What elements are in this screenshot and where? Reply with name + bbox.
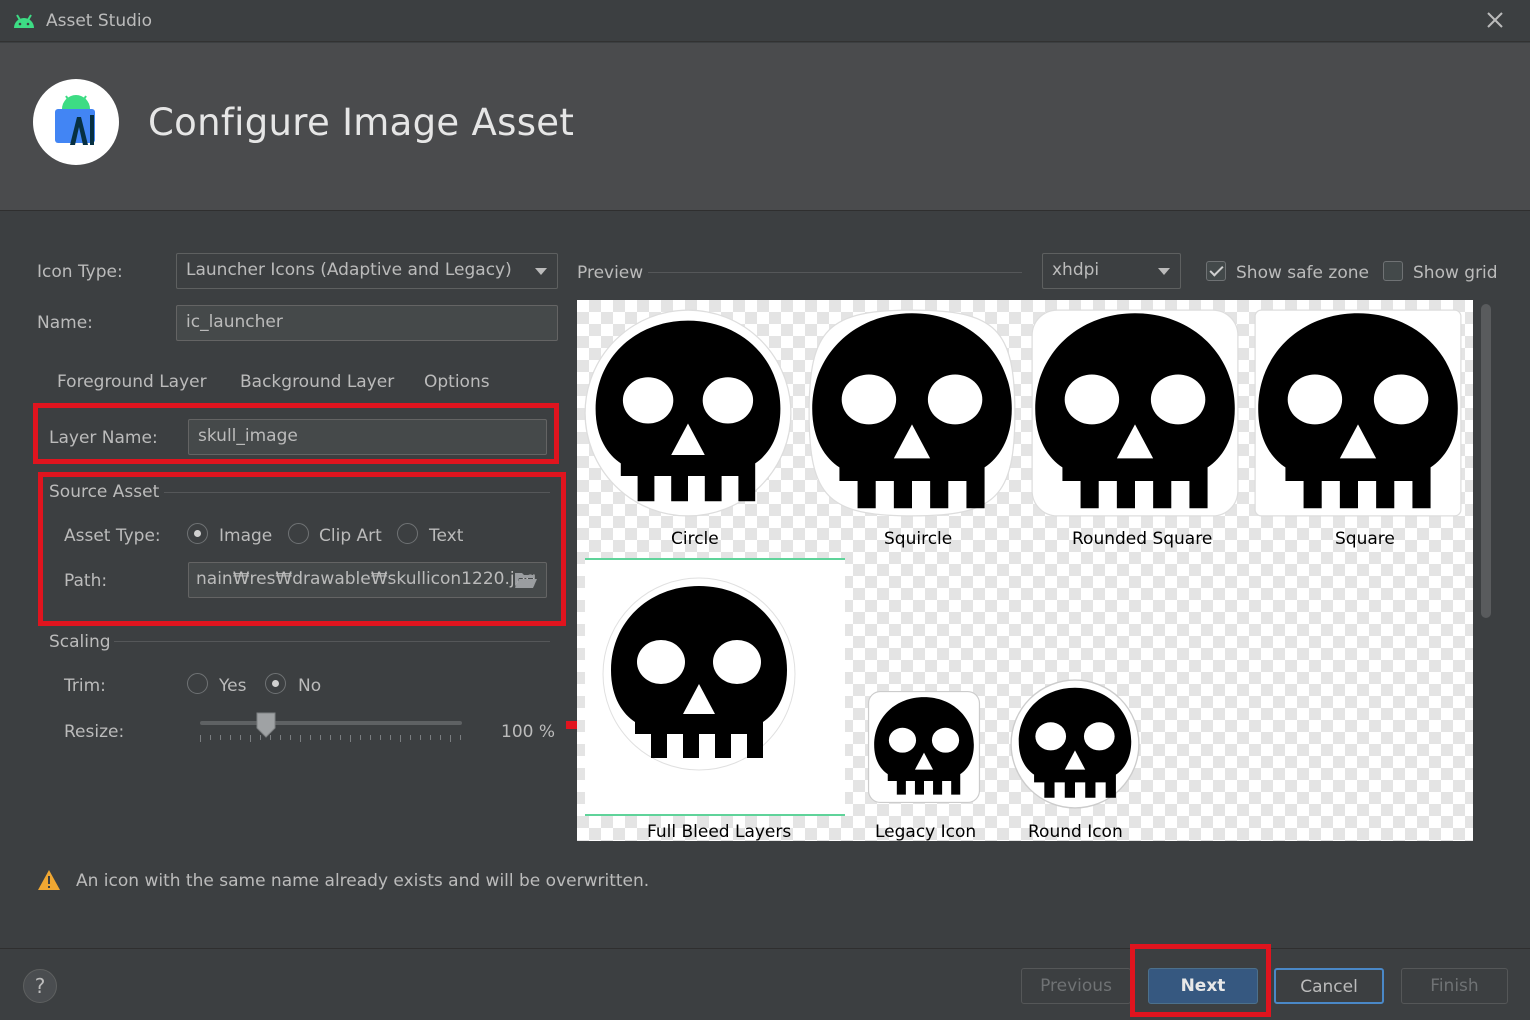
slider-tick: [440, 735, 441, 740]
icon-type-dropdown[interactable]: Launcher Icons (Adaptive and Legacy): [176, 253, 558, 289]
icon-label-circle: Circle: [671, 529, 719, 549]
chevron-down-icon: [535, 268, 547, 275]
slider-ticks: [200, 735, 462, 742]
slider-tick: [390, 735, 391, 740]
page-heading: Configure Image Asset: [148, 101, 575, 144]
icon-label-squircle: Squircle: [884, 529, 953, 549]
legacy-icon-preview: [867, 690, 981, 804]
preview-label: Preview: [577, 263, 644, 283]
wizard-header: Configure Image Asset: [0, 43, 1530, 211]
android-studio-icon: [55, 95, 95, 145]
footer-divider: [0, 948, 1530, 949]
preview-scrollbar[interactable]: [1478, 300, 1494, 841]
warning-text: An icon with the same name already exist…: [76, 871, 650, 891]
resize-value: 100 %: [501, 722, 556, 742]
slider-tick: [230, 735, 231, 740]
round-icon-preview: [1010, 679, 1140, 809]
highlight-next-button: [1130, 944, 1271, 1017]
preview-panel: Circle Squircle Rounded Square Square Fu…: [577, 300, 1473, 841]
icon-type-label: Icon Type:: [37, 262, 123, 282]
show-safe-zone-label[interactable]: Show safe zone: [1236, 263, 1369, 283]
icon-label-rounded-square: Rounded Square: [1072, 529, 1213, 549]
chevron-down-icon: [1158, 268, 1170, 275]
icon-label-square: Square: [1335, 529, 1395, 549]
warning-icon: [38, 870, 60, 890]
slider-thumb[interactable]: [255, 712, 277, 738]
slider-tick: [400, 735, 401, 742]
slider-tick: [200, 735, 201, 742]
circle-icon-preview: [584, 309, 792, 517]
show-grid-checkbox[interactable]: [1383, 261, 1403, 281]
slider-tick: [330, 735, 331, 740]
name-label: Name:: [37, 313, 93, 333]
name-field[interactable]: ic_launcher: [176, 305, 558, 341]
previous-button[interactable]: Previous: [1021, 968, 1131, 1004]
slider-tick: [250, 735, 251, 742]
trim-no-label[interactable]: No: [298, 676, 321, 696]
squircle-icon-preview: [808, 309, 1016, 517]
slider-tick: [350, 735, 351, 742]
close-icon[interactable]: [1484, 9, 1506, 31]
slider-tick: [220, 735, 221, 740]
slider-tick: [420, 735, 421, 740]
full-bleed-skull: [602, 577, 796, 771]
density-value: xhdpi: [1052, 260, 1100, 280]
slider-tick: [240, 735, 241, 740]
slider-tick: [410, 735, 411, 740]
highlight-layer-name: [33, 403, 559, 464]
slider-tick: [460, 735, 461, 740]
trim-yes-label[interactable]: Yes: [219, 676, 246, 696]
scaling-title: Scaling: [49, 632, 111, 652]
tab-options[interactable]: Options: [424, 372, 490, 392]
preview-divider: [648, 272, 1022, 273]
slider-tick: [340, 735, 341, 740]
help-button[interactable]: ?: [23, 969, 57, 1003]
android-icon: [14, 14, 34, 28]
scrollbar-thumb[interactable]: [1481, 304, 1491, 618]
resize-label: Resize:: [64, 722, 125, 742]
scaling-divider: [114, 641, 550, 642]
slider-tick: [380, 735, 381, 740]
slider-tick: [430, 735, 431, 740]
android-studio-logo: [33, 79, 119, 165]
slider-tick: [290, 735, 291, 740]
highlight-marker: [566, 721, 577, 729]
finish-button[interactable]: Finish: [1401, 968, 1508, 1004]
slider-tick: [300, 735, 301, 742]
slider-tick: [320, 735, 321, 740]
full-bleed-preview: [585, 558, 845, 816]
icon-type-value: Launcher Icons (Adaptive and Legacy): [186, 260, 512, 280]
slider-tick: [280, 735, 281, 740]
tab-foreground-layer[interactable]: Foreground Layer: [57, 372, 207, 392]
slider-tick: [310, 735, 311, 740]
trim-yes-radio[interactable]: [187, 673, 208, 694]
tab-background-layer[interactable]: Background Layer: [240, 372, 394, 392]
window-title: Asset Studio: [46, 11, 153, 31]
slider-track: [200, 721, 462, 725]
resize-slider[interactable]: [200, 712, 462, 744]
slider-tick: [210, 735, 211, 740]
icon-label-legacy: Legacy Icon: [875, 822, 977, 841]
icon-label-round: Round Icon: [1028, 822, 1123, 841]
square-icon-preview: [1254, 309, 1462, 517]
trim-no-radio[interactable]: [265, 673, 286, 694]
rounded-square-icon-preview: [1031, 309, 1239, 517]
slider-tick: [450, 735, 451, 742]
slider-tick: [370, 735, 371, 740]
highlight-source-asset: [38, 472, 566, 626]
show-safe-zone-checkbox[interactable]: [1206, 261, 1226, 281]
slider-tick: [360, 735, 361, 740]
trim-label: Trim:: [64, 676, 106, 696]
cancel-button[interactable]: Cancel: [1274, 968, 1384, 1004]
name-value: ic_launcher: [186, 312, 283, 332]
title-bar: Asset Studio: [0, 0, 1530, 42]
icon-label-full-bleed: Full Bleed Layers: [647, 822, 792, 841]
show-grid-label[interactable]: Show grid: [1413, 263, 1498, 283]
density-dropdown[interactable]: xhdpi: [1042, 253, 1181, 289]
